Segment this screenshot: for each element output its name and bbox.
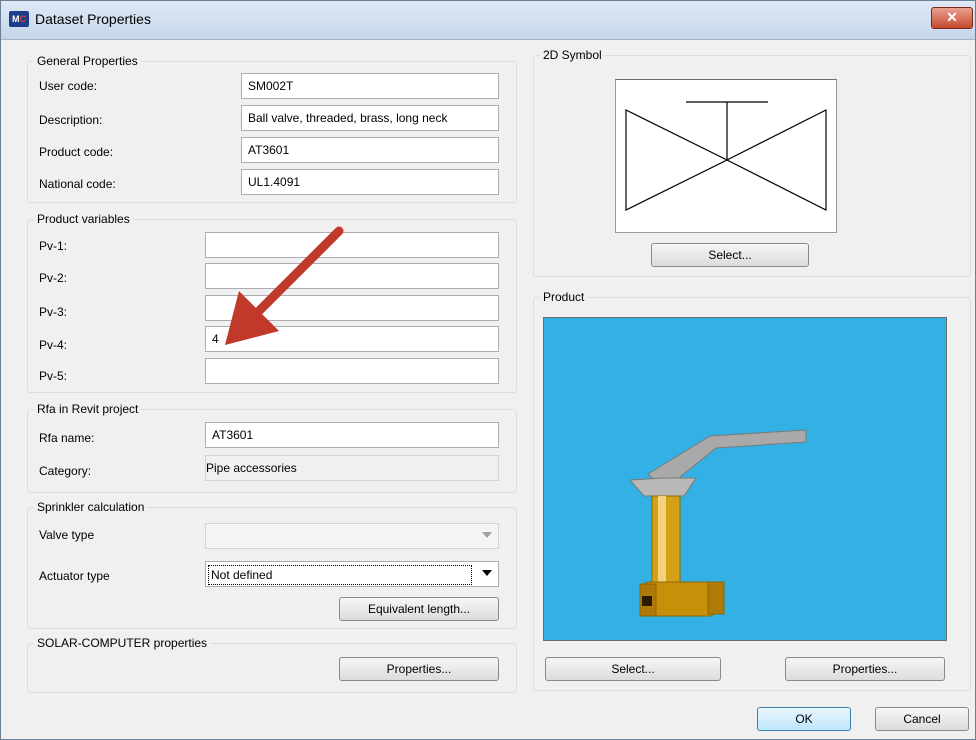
product-code-field[interactable]: AT3601 — [241, 137, 499, 163]
app-icon: MC — [9, 11, 29, 27]
valve-type-select — [205, 523, 499, 549]
valve-type-label: Valve type — [39, 528, 95, 542]
product-title: Product — [540, 290, 588, 304]
title-bar: MC Dataset Properties ✕ — [1, 1, 975, 40]
description-label: Description: — [39, 113, 103, 127]
product-select-button[interactable]: Select... — [545, 657, 721, 681]
product-code-label: Product code: — [39, 145, 114, 159]
rfa-name-field[interactable]: AT3601 — [205, 422, 499, 448]
cancel-button[interactable]: Cancel — [875, 707, 969, 731]
chevron-down-icon[interactable] — [482, 570, 492, 576]
pv2-label: Pv-2: — [39, 271, 68, 285]
user-code-field[interactable]: SM002T — [241, 73, 499, 99]
category-field: Pipe accessories — [205, 455, 499, 481]
national-code-field[interactable]: UL1.4091 — [241, 169, 499, 195]
pv1-label: Pv-1: — [39, 239, 68, 253]
user-code-label: User code: — [39, 79, 98, 93]
ok-button[interactable]: OK — [757, 707, 851, 731]
symbol2d-title: 2D Symbol — [540, 48, 605, 62]
general-properties-title: General Properties — [34, 54, 141, 68]
solar-properties-title: SOLAR-COMPUTER properties — [34, 636, 211, 650]
annotation-arrow-icon — [225, 226, 344, 345]
actuator-type-select[interactable]: Not defined — [205, 561, 499, 587]
pv5-field[interactable] — [205, 358, 499, 384]
window-title: Dataset Properties — [35, 11, 151, 27]
pv5-label: Pv-5: — [39, 369, 68, 383]
product-variables-title: Product variables — [34, 212, 133, 226]
dataset-properties-dialog: MC Dataset Properties ✕ General Properti… — [0, 0, 976, 740]
sprinkler-title: Sprinkler calculation — [34, 500, 148, 514]
symbol-select-button[interactable]: Select... — [651, 243, 809, 267]
product-preview — [543, 317, 947, 641]
equivalent-length-button[interactable]: Equivalent length... — [339, 597, 499, 621]
rfa-name-label: Rfa name: — [39, 431, 95, 445]
solar-properties-button[interactable]: Properties... — [339, 657, 499, 681]
ball-valve-icon — [628, 429, 807, 617]
category-label: Category: — [39, 464, 92, 478]
actuator-type-value: Not defined — [208, 565, 472, 585]
national-code-label: National code: — [39, 177, 116, 191]
pv3-label: Pv-3: — [39, 305, 68, 319]
symbol2d-preview — [615, 79, 837, 233]
rfa-title: Rfa in Revit project — [34, 402, 142, 416]
valve-symbol-icon — [625, 101, 827, 211]
close-icon[interactable]: ✕ — [931, 7, 973, 29]
pv4-label: Pv-4: — [39, 338, 68, 352]
description-field[interactable]: Ball valve, threaded, brass, long neck — [241, 105, 499, 131]
actuator-type-label: Actuator type — [39, 569, 110, 583]
product-properties-button[interactable]: Properties... — [785, 657, 945, 681]
chevron-down-icon — [482, 532, 492, 538]
